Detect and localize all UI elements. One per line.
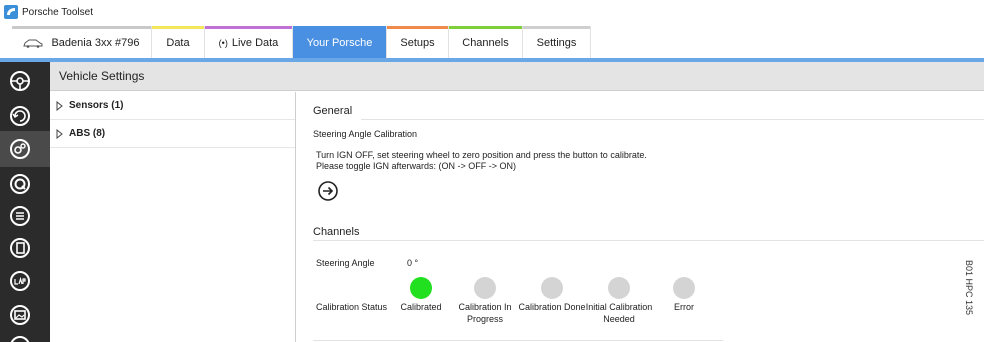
tab-your-porsche[interactable]: Your Porsche bbox=[293, 26, 387, 59]
tab-label: Settings bbox=[536, 36, 577, 49]
tree-item-label: Sensors (1) bbox=[69, 100, 124, 111]
status-label-calibrated: Calibrated bbox=[400, 302, 442, 312]
app-logo-icon bbox=[4, 5, 18, 19]
tab-label: Badenia 3xx #796 bbox=[51, 36, 140, 49]
tab-color-strip bbox=[293, 26, 386, 29]
title-bar: Porsche Toolset bbox=[0, 0, 984, 24]
calibrate-button[interactable] bbox=[317, 180, 339, 202]
status-led-calibrated bbox=[410, 277, 432, 299]
status-led-initial-needed bbox=[608, 277, 630, 299]
general-group-title: General bbox=[313, 105, 353, 117]
q-icon[interactable] bbox=[8, 172, 32, 196]
expand-triangle-icon[interactable] bbox=[55, 128, 69, 139]
tree-item-sensors[interactable]: Sensors (1) bbox=[50, 92, 295, 120]
tree-item-abs[interactable]: ABS (8) bbox=[50, 120, 295, 148]
status-label-done: Calibration Done bbox=[518, 302, 586, 312]
tab-live-data[interactable]: (•) Live Data bbox=[205, 26, 293, 59]
tab-color-strip bbox=[205, 26, 292, 29]
tab-bar: Badenia 3xx #796 Data (•) Live Data Your… bbox=[12, 26, 591, 59]
channels-divider bbox=[313, 240, 984, 241]
calibration-status-label: Calibration Status bbox=[316, 302, 388, 312]
tab-label: Live Data bbox=[231, 36, 279, 49]
main-panel: General Steering Angle Calibration Turn … bbox=[297, 92, 984, 342]
calibration-instruction-2: Please toggle IGN afterwards: (ON -> OFF… bbox=[316, 161, 517, 171]
image-icon[interactable] bbox=[8, 303, 32, 327]
channels-group-title: Channels bbox=[313, 226, 360, 238]
live-signal-icon: (•) bbox=[218, 37, 228, 48]
tab-label: Setups bbox=[400, 36, 435, 49]
tab-label: Your Porsche bbox=[306, 36, 373, 49]
more-icon[interactable] bbox=[8, 334, 32, 342]
tree-panel: Sensors (1) ABS (8) bbox=[50, 92, 296, 342]
status-label-error: Error bbox=[674, 302, 694, 312]
tab-label: Data bbox=[166, 36, 190, 49]
pages-icon[interactable] bbox=[8, 236, 32, 260]
vehicle-settings-icon[interactable] bbox=[0, 131, 50, 167]
app-window: Porsche Toolset Badenia 3xx #796 Data (•… bbox=[0, 0, 984, 342]
car-icon bbox=[23, 39, 43, 48]
tab-color-strip bbox=[12, 26, 151, 29]
steering-wheel-icon[interactable] bbox=[8, 69, 32, 93]
window-title: Porsche Toolset bbox=[22, 6, 93, 18]
lap-icon[interactable] bbox=[8, 269, 32, 293]
tab-setups[interactable]: Setups bbox=[387, 26, 449, 59]
tab-settings[interactable]: Settings bbox=[523, 26, 591, 59]
status-led-error bbox=[673, 277, 695, 299]
refresh-icon[interactable] bbox=[8, 104, 32, 128]
status-led-in-progress bbox=[474, 277, 496, 299]
tab-channels[interactable]: Channels bbox=[449, 26, 523, 59]
status-led-done bbox=[541, 277, 563, 299]
tab-color-strip bbox=[387, 26, 448, 29]
tab-color-strip bbox=[523, 26, 590, 29]
section-header: Vehicle Settings bbox=[50, 62, 984, 91]
section-title: Vehicle Settings bbox=[59, 69, 145, 83]
expand-triangle-icon[interactable] bbox=[55, 100, 69, 111]
nav-rail bbox=[0, 62, 50, 342]
tab-color-strip bbox=[152, 26, 204, 29]
calibration-subtitle: Steering Angle Calibration bbox=[313, 129, 418, 139]
steering-angle-value: 0 ° bbox=[407, 258, 419, 268]
calibration-instruction-1: Turn IGN OFF, set steering wheel to zero… bbox=[316, 150, 647, 160]
tab-data[interactable]: Data bbox=[152, 26, 205, 59]
status-label-initial-needed: Initial Calibration Needed bbox=[585, 302, 653, 324]
tab-color-strip bbox=[449, 26, 522, 29]
tab-vehicle[interactable]: Badenia 3xx #796 bbox=[12, 26, 152, 59]
status-label-in-progress: Calibration In Progress bbox=[458, 302, 512, 324]
general-divider bbox=[361, 119, 984, 120]
tree-item-label: ABS (8) bbox=[69, 128, 106, 139]
steering-angle-label: Steering Angle bbox=[316, 258, 375, 268]
status-bottom-divider bbox=[313, 340, 723, 341]
tab-label: Channels bbox=[462, 36, 509, 49]
side-reference-text: B01 HPC 135 bbox=[964, 260, 974, 316]
list-icon[interactable] bbox=[8, 204, 32, 228]
